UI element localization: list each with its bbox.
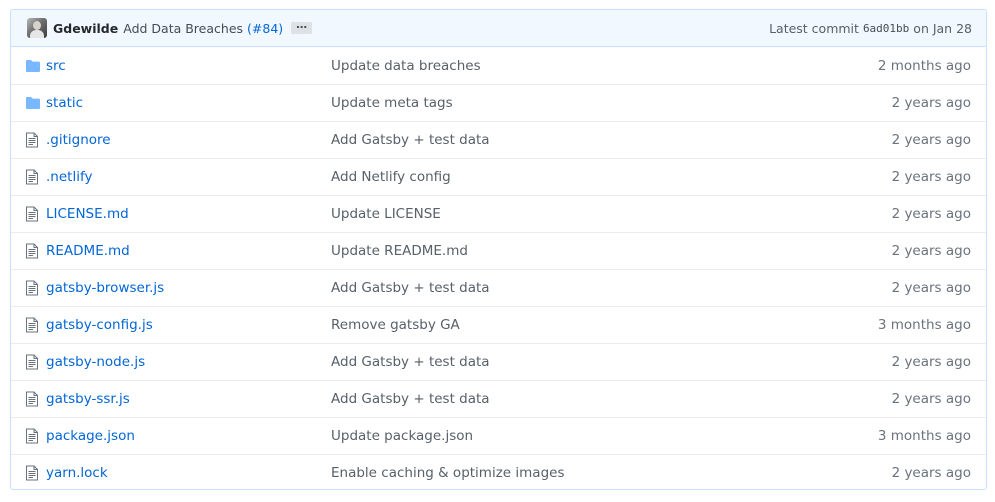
file-row[interactable]: gatsby-node.js Add Gatsby + test data 2 … <box>11 343 986 380</box>
file-name-link[interactable]: gatsby-config.js <box>46 317 331 333</box>
file-icon <box>25 132 46 148</box>
file-age: 2 years ago <box>891 169 971 185</box>
file-list: src Update data breaches 2 months ago st… <box>11 47 986 489</box>
folder-icon <box>25 59 46 73</box>
file-row[interactable]: README.md Update README.md 2 years ago <box>11 232 986 269</box>
file-name-link[interactable]: gatsby-ssr.js <box>46 391 331 407</box>
commit-meta: Latest commit 6ad01bb on Jan 28 <box>769 21 972 36</box>
file-name-link[interactable]: README.md <box>46 243 331 259</box>
file-name-link[interactable]: static <box>46 95 331 111</box>
file-commit-message[interactable]: Enable caching & optimize images <box>331 465 892 481</box>
file-age: 2 years ago <box>891 465 971 481</box>
file-commit-message[interactable]: Update package.json <box>331 428 878 444</box>
file-icon <box>25 206 46 222</box>
directory-row[interactable]: static Update meta tags 2 years ago <box>11 84 986 121</box>
commit-author[interactable]: Gdewilde <box>53 21 118 36</box>
file-row[interactable]: LICENSE.md Update LICENSE 2 years ago <box>11 195 986 232</box>
file-icon <box>25 169 46 185</box>
file-commit-message[interactable]: Add Netlify config <box>331 169 892 185</box>
file-age: 2 years ago <box>891 280 971 296</box>
directory-row[interactable]: src Update data breaches 2 months ago <box>11 47 986 84</box>
file-row[interactable]: gatsby-ssr.js Add Gatsby + test data 2 y… <box>11 380 986 417</box>
file-icon <box>25 428 46 444</box>
latest-commit-bar: Gdewilde Add Data Breaches (#84) … Lates… <box>11 10 986 47</box>
commit-message[interactable]: Add Data Breaches <box>123 21 243 36</box>
file-name-link[interactable]: gatsby-node.js <box>46 354 331 370</box>
file-commit-message[interactable]: Add Gatsby + test data <box>331 391 892 407</box>
file-icon <box>25 280 46 296</box>
file-commit-message[interactable]: Update LICENSE <box>331 206 892 222</box>
file-age: 3 months ago <box>877 317 971 333</box>
file-commit-message[interactable]: Update README.md <box>331 243 892 259</box>
file-age: 2 years ago <box>891 132 971 148</box>
file-row[interactable]: .gitignore Add Gatsby + test data 2 year… <box>11 121 986 158</box>
file-icon <box>25 317 46 333</box>
folder-icon <box>25 96 46 110</box>
file-commit-message[interactable]: Update data breaches <box>331 58 878 74</box>
file-name-link[interactable]: package.json <box>46 428 331 444</box>
file-age: 2 years ago <box>891 243 971 259</box>
file-row[interactable]: .netlify Add Netlify config 2 years ago <box>11 158 986 195</box>
author-avatar[interactable] <box>27 18 47 38</box>
file-row[interactable]: gatsby-browser.js Add Gatsby + test data… <box>11 269 986 306</box>
file-commit-message[interactable]: Add Gatsby + test data <box>331 354 892 370</box>
file-commit-message[interactable]: Add Gatsby + test data <box>331 280 892 296</box>
file-name-link[interactable]: LICENSE.md <box>46 206 331 222</box>
file-commit-message[interactable]: Remove gatsby GA <box>331 317 878 333</box>
file-browser: Gdewilde Add Data Breaches (#84) … Lates… <box>10 9 987 490</box>
file-age: 2 months ago <box>877 57 971 74</box>
file-name-link[interactable]: src <box>46 58 331 74</box>
file-icon <box>25 391 46 407</box>
file-name-link[interactable]: gatsby-browser.js <box>46 280 331 296</box>
file-name-link[interactable]: .netlify <box>46 169 331 185</box>
file-age: 2 years ago <box>891 391 971 407</box>
file-commit-message[interactable]: Update meta tags <box>331 95 892 111</box>
file-icon <box>25 465 46 481</box>
file-commit-message[interactable]: Add Gatsby + test data <box>331 132 892 148</box>
latest-commit-label: Latest commit <box>769 20 859 36</box>
file-age: 2 years ago <box>891 95 971 111</box>
file-row[interactable]: yarn.lock Enable caching & optimize imag… <box>11 454 986 489</box>
expand-commit-button[interactable]: … <box>291 19 313 34</box>
file-age: 2 years ago <box>891 354 971 370</box>
file-icon <box>25 243 46 259</box>
file-icon <box>25 354 46 370</box>
file-name-link[interactable]: .gitignore <box>46 132 331 148</box>
file-age: 2 years ago <box>891 206 971 222</box>
commit-date: on Jan 28 <box>913 20 972 36</box>
file-name-link[interactable]: yarn.lock <box>46 465 331 481</box>
file-row[interactable]: package.json Update package.json 3 month… <box>11 417 986 454</box>
commit-pr-link[interactable]: (#84) <box>247 21 283 36</box>
file-age: 3 months ago <box>877 428 971 444</box>
commit-sha[interactable]: 6ad01bb <box>863 22 909 35</box>
file-row[interactable]: gatsby-config.js Remove gatsby GA 3 mont… <box>11 306 986 343</box>
